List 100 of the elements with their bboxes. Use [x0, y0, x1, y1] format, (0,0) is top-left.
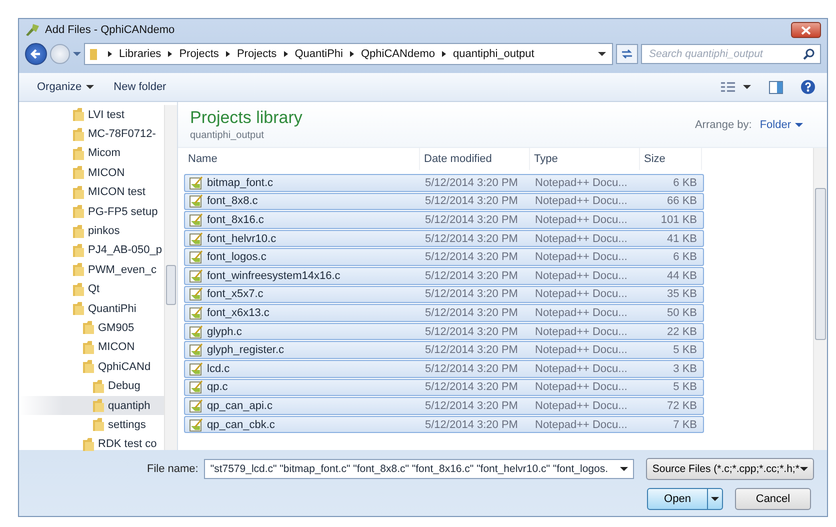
- folder-tree-item[interactable]: RDK test co: [59, 434, 164, 454]
- column-header[interactable]: Type: [530, 148, 640, 170]
- folder-tree-item[interactable]: PG-FP5 setup: [59, 202, 164, 222]
- folder-icon: [83, 321, 94, 334]
- table-cell-text: Notepad++ Docu...: [534, 326, 628, 338]
- table-cell-text: 6 KB: [672, 176, 698, 189]
- file-icon: [189, 250, 203, 264]
- file-row[interactable]: qp.c 5/12/2014 3:20 PM Notepad++ Docu... 5 KB: [184, 378, 704, 396]
- back-button[interactable]: [25, 43, 47, 65]
- address-bar[interactable]: Libraries Projects Projects QuantiPhi QphiCANdemo quantiphi_output: [84, 43, 613, 65]
- column-header[interactable]: Size: [640, 148, 702, 170]
- breadcrumb[interactable]: QuantiPhi: [294, 48, 343, 60]
- table-cell-text: 5/12/2014 3:20 PM: [424, 326, 519, 338]
- file-icon: [189, 287, 203, 302]
- folder-tree-item[interactable]: Micom: [59, 144, 164, 164]
- refresh-icon: [620, 48, 634, 60]
- file-name-label: File name:: [147, 463, 198, 475]
- table-cell-text: Notepad++ Docu...: [534, 251, 628, 264]
- file-name: font_x5x7.c: [207, 288, 264, 300]
- file-type-dropdown[interactable]: Source Files (*.c;*.cpp;*.cc;*.h;*: [646, 458, 814, 480]
- arrange-dropdown[interactable]: Folder: [760, 118, 803, 130]
- view-list-icon[interactable]: [721, 81, 735, 93]
- table-cell-text: 5/12/2014 3:20 PM: [424, 251, 519, 264]
- folder-icon: [73, 224, 84, 238]
- folder-tree-item[interactable]: PJ4_AB-050_p: [59, 240, 164, 260]
- organize-menu[interactable]: Organize: [31, 79, 100, 95]
- folder-icon: [73, 244, 84, 257]
- table-cell-text: 5 KB: [672, 381, 698, 394]
- file-row[interactable]: font_8x16.c 5/12/2014 3:20 PM Notepad++ Docu... 101 KB: [184, 211, 704, 229]
- folder-tree-item[interactable]: pinkos: [59, 221, 164, 241]
- folder-tree-item[interactable]: GM905: [59, 318, 164, 338]
- table-cell-text: Notepad++ Docu...: [534, 344, 628, 356]
- folder-tree-item[interactable]: MICON: [59, 163, 164, 183]
- file-name: lcd.c: [207, 362, 230, 375]
- folder-tree-item[interactable]: MICON: [59, 338, 164, 358]
- arrange-label: Arrange by:: [694, 118, 752, 130]
- window-title: Add Files - QphiCANdemo: [45, 24, 175, 36]
- library-title: Projects library: [190, 108, 302, 128]
- folder-icon: [73, 205, 84, 218]
- table-cell-text: 66 KB: [666, 195, 698, 208]
- file-row[interactable]: font_x6x13.c 5/12/2014 3:20 PM Notepad++ Docu... 50 KB: [184, 304, 704, 322]
- caret-icon[interactable]: [598, 51, 606, 57]
- caret-icon[interactable]: [743, 84, 751, 90]
- help-icon[interactable]: [801, 80, 815, 94]
- column-header[interactable]: Date modified: [420, 148, 530, 170]
- breadcrumb[interactable]: Projects: [236, 48, 277, 60]
- file-row[interactable]: qp_can_api.c 5/12/2014 3:20 PM Notepad++ Docu... 72 KB: [184, 397, 704, 415]
- breadcrumb[interactable]: Projects: [179, 48, 219, 60]
- table-cell-text: Notepad++ Docu...: [534, 176, 628, 189]
- folder-icon: [83, 438, 94, 451]
- folder-tree-item[interactable]: LVI test: [59, 105, 164, 124]
- file-row[interactable]: lcd.c 5/12/2014 3:20 PM Notepad++ Docu... 3 KB: [184, 360, 704, 378]
- breadcrumb[interactable]: Libraries: [119, 48, 162, 60]
- breadcrumb[interactable]: QphiCANdemo: [361, 48, 435, 60]
- folder-tree-item[interactable]: MICON test: [59, 182, 164, 202]
- new-folder-button[interactable]: New folder: [108, 79, 172, 95]
- file-row[interactable]: font_winfreesystem14x16.c 5/12/2014 3:20 PM Notepad++ Docu... 44 KB: [184, 266, 704, 285]
- file-name-field[interactable]: "st7579_lcd.c" "bitmap_font.c" "font_8x8.c" "font_8x16.c" "font_helvr10.c" "font_logos.: [204, 459, 634, 479]
- folder-tree-item[interactable]: settings: [59, 415, 164, 435]
- file-icon: [189, 194, 203, 208]
- file-icon: [189, 176, 203, 190]
- file-row[interactable]: qp_can_cbk.c 5/12/2014 3:20 PM Notepad++ Docu... 7 KB: [184, 416, 704, 434]
- preview-pane-icon[interactable]: [769, 80, 783, 94]
- caret-icon: [711, 496, 719, 502]
- file-row[interactable]: font_x5x7.c 5/12/2014 3:20 PM Notepad++ Docu... 35 KB: [184, 286, 704, 304]
- cancel-button[interactable]: Cancel: [735, 488, 811, 510]
- file-row[interactable]: font_logos.c 5/12/2014 3:20 PM Notepad++ Docu... 6 KB: [184, 248, 704, 266]
- chevron-icon: [224, 50, 231, 58]
- file-row[interactable]: bitmap_font.c 5/12/2014 3:20 PM Notepad++ Docu... 6 KB: [184, 174, 704, 192]
- table-cell-text: 41 KB: [666, 232, 698, 245]
- breadcrumb[interactable]: quantiphi_output: [452, 48, 534, 60]
- table-cell-text: 5/12/2014 3:20 PM: [424, 195, 519, 208]
- file-row[interactable]: glyph_register.c 5/12/2014 3:20 PM Notepad++ Docu... 5 KB: [184, 341, 704, 359]
- refresh-button[interactable]: [616, 44, 638, 64]
- folder-tree-item[interactable]: Debug: [59, 376, 164, 396]
- back-arrow-icon: [30, 48, 42, 60]
- file-icon: [189, 380, 203, 394]
- file-name: bitmap_font.c: [207, 176, 274, 189]
- file-row[interactable]: font_8x8.c 5/12/2014 3:20 PM Notepad++ Docu... 66 KB: [184, 192, 704, 210]
- file-name: font_winfreesystem14x16.c: [207, 270, 340, 282]
- folder-tree-item[interactable]: Qt: [59, 280, 164, 299]
- column-header[interactable]: Name: [184, 148, 420, 170]
- file-icon: [189, 212, 203, 227]
- folder-tree-item[interactable]: PWM_even_c: [59, 260, 164, 280]
- table-cell-text: 5/12/2014 3:20 PM: [424, 214, 519, 226]
- table-cell-text: Notepad++ Docu...: [534, 270, 628, 282]
- folder-tree-item[interactable]: QuantiPhi: [59, 298, 164, 318]
- folder-tree-item[interactable]: MC-78F0712-: [59, 124, 164, 144]
- open-button[interactable]: Open: [647, 488, 723, 510]
- table-cell-text: 6 KB: [672, 251, 698, 264]
- file-row[interactable]: font_helvr10.c 5/12/2014 3:20 PM Notepad++ Docu... 41 KB: [184, 230, 704, 248]
- folder-tree-item[interactable]: QphiCANd: [59, 357, 164, 376]
- scrollbar[interactable]: [164, 105, 177, 450]
- chevron-icon: [167, 50, 174, 58]
- close-button[interactable]: [791, 22, 821, 38]
- file-name: glyph_register.c: [207, 344, 284, 356]
- file-name: font_8x8.c: [207, 195, 258, 208]
- search-field[interactable]: Search quantiphi_output: [641, 44, 821, 64]
- file-row[interactable]: glyph.c 5/12/2014 3:20 PM Notepad++ Docu... 22 KB: [184, 322, 704, 340]
- scrollbar[interactable]: [813, 148, 827, 450]
